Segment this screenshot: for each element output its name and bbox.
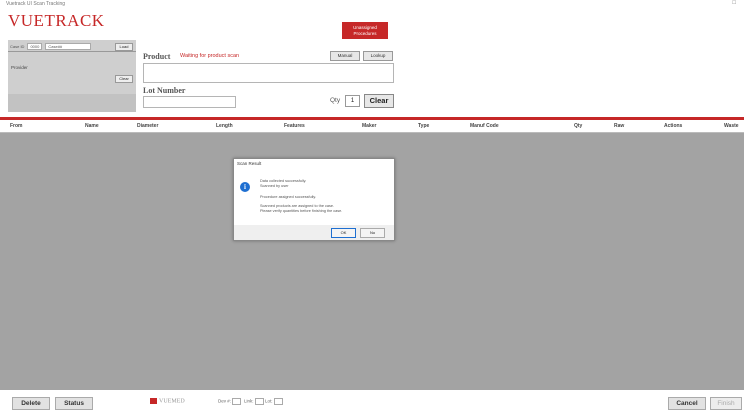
- product-scan-field[interactable]: [143, 63, 394, 83]
- window-titlebar: Vuetrack UI Scan Tracking □: [0, 0, 744, 10]
- status-button[interactable]: Status: [55, 397, 93, 410]
- provider-clear-button[interactable]: Clear: [115, 75, 133, 83]
- panel-footer: [8, 94, 136, 112]
- col-from[interactable]: From: [10, 123, 23, 129]
- dialog-titlebar: Scan Result: [234, 159, 394, 168]
- lot-footer-label: Lot:: [265, 398, 273, 404]
- dialog-message-3: Procedure assigned successfully.: [260, 195, 317, 199]
- dialog-ok-button[interactable]: OK: [331, 228, 356, 238]
- dialog-message-4: Scanned products are assigned to the cas…: [260, 204, 335, 208]
- dialog-no-button[interactable]: No: [360, 228, 385, 238]
- dialog-message-1: Data collected successfully.: [260, 179, 307, 183]
- scan-result-dialog: Scan Result i Data collected successfull…: [233, 158, 395, 241]
- col-type[interactable]: Type: [418, 123, 429, 129]
- finish-button[interactable]: Finish: [710, 397, 742, 410]
- maximize-icon[interactable]: □: [732, 0, 736, 6]
- product-label: Product: [143, 52, 171, 61]
- header-divider: [0, 117, 744, 120]
- col-manuf-code[interactable]: Manuf Code: [470, 123, 499, 129]
- col-features[interactable]: Features: [284, 123, 305, 129]
- lot-field: Lot:: [265, 398, 284, 405]
- load-button[interactable]: Load: [115, 43, 133, 51]
- col-maker[interactable]: Maker: [362, 123, 376, 129]
- col-name[interactable]: Name: [85, 123, 99, 129]
- dialog-message-5: Please verify quantities before finishin…: [260, 209, 343, 213]
- case-label: Case ID: [10, 44, 25, 49]
- dialog-footer: OK No: [234, 225, 394, 240]
- dialog-message-2: Scanned by user: [260, 184, 289, 188]
- info-icon: i: [240, 182, 250, 192]
- brand-name: VUEMED: [159, 398, 185, 405]
- cancel-button[interactable]: Cancel: [668, 397, 706, 410]
- col-diameter[interactable]: Diameter: [137, 123, 158, 129]
- case-id-input[interactable]: 0000: [27, 43, 43, 50]
- col-qty[interactable]: Qty: [574, 123, 582, 129]
- dev-field: Dev #:: [218, 398, 242, 405]
- bottom-bar: Delete Status Cancel Finish: [0, 394, 744, 410]
- dialog-title: Scan Result: [237, 161, 262, 166]
- case-search-input[interactable]: Case##: [45, 43, 92, 50]
- case-row: Case ID 0000 Case##: [10, 43, 92, 50]
- delete-button[interactable]: Delete: [12, 397, 50, 410]
- qty-input[interactable]: 1: [345, 95, 360, 107]
- manual-button[interactable]: Manual: [330, 51, 360, 61]
- brand-mark-icon: [150, 398, 157, 404]
- case-panel: Case ID 0000 Case## Load Provider Clear: [8, 40, 136, 112]
- dev-label: Dev #:: [218, 398, 232, 404]
- lookup-button[interactable]: Lookup: [363, 51, 393, 61]
- qty-label: Qty: [330, 97, 341, 104]
- unassigned-procedures-button[interactable]: Unassigned Procedures: [342, 22, 388, 39]
- lot-number-label: Lot Number: [143, 86, 186, 95]
- clear-button[interactable]: Clear: [364, 94, 394, 108]
- dev-input[interactable]: [232, 398, 242, 405]
- grid-header: From Name Diameter Length Features Maker…: [0, 121, 744, 133]
- provider-label: Provider: [11, 65, 28, 70]
- link-input[interactable]: [254, 398, 264, 405]
- col-raw[interactable]: Raw: [614, 123, 624, 129]
- lot-footer-input[interactable]: [273, 398, 283, 405]
- brand-footer: VUEMED: [150, 398, 185, 404]
- app-logo: VUETRACK: [8, 11, 105, 30]
- window-title: Vuetrack UI Scan Tracking: [6, 1, 66, 7]
- panel-divider: [8, 51, 136, 52]
- link-label: Link:: [244, 398, 254, 404]
- col-waste[interactable]: Waste: [724, 123, 739, 129]
- lot-number-input[interactable]: [143, 96, 236, 108]
- col-actions[interactable]: Actions: [664, 123, 682, 129]
- link-field: Link:: [244, 398, 265, 405]
- col-length[interactable]: Length: [216, 123, 233, 129]
- product-status-text: Waiting for product scan: [180, 53, 240, 59]
